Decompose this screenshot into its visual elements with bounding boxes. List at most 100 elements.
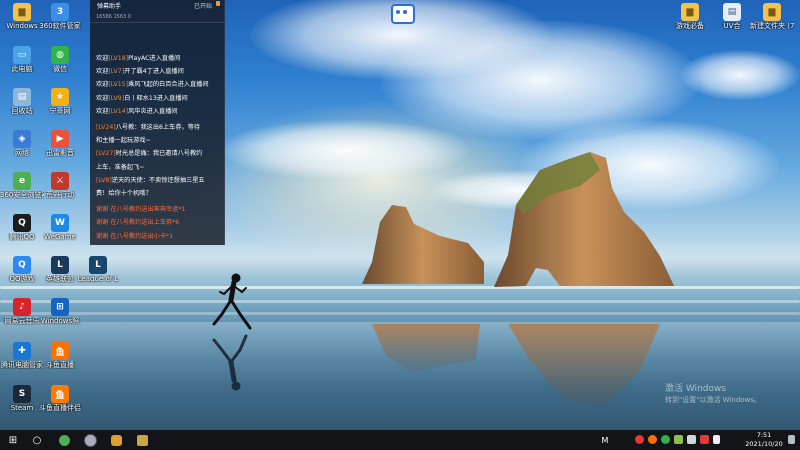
taskbar-app[interactable] bbox=[106, 430, 126, 450]
wechat-icon: ◍ bbox=[51, 46, 69, 64]
desktop-icon-label: 游戏必备 bbox=[676, 22, 704, 30]
taskbar-app[interactable] bbox=[54, 430, 74, 450]
desktop-icon-label: 微信 bbox=[53, 65, 67, 73]
league-icon: L bbox=[89, 256, 107, 274]
chat-message: 上车，准备起飞~ bbox=[96, 163, 145, 171]
douyu-tray-icon[interactable] bbox=[648, 435, 657, 444]
chat-header: 弹幕助手 已开始 16586 1563 0 bbox=[90, 0, 224, 23]
chat-status: 已开始 bbox=[193, 3, 212, 10]
app-tray-icon[interactable] bbox=[674, 435, 683, 444]
live-chat-panel[interactable]: 弹幕助手 已开始 16586 1563 0 欢迎[LV18]PlayAC进入直播… bbox=[90, 0, 225, 245]
left-sea-stack bbox=[362, 205, 484, 284]
windows-app-icon: ⊞ bbox=[51, 298, 69, 316]
steam-icon: S bbox=[13, 385, 31, 403]
taskbar-app[interactable] bbox=[80, 430, 100, 450]
desktop-icon-label: Windows照 bbox=[40, 317, 80, 325]
desktop-icon-label: UV合 bbox=[723, 22, 741, 30]
browser-icon: e bbox=[13, 172, 31, 190]
new-folder-icon: ▆ bbox=[763, 3, 781, 21]
start-button[interactable]: ⊞ bbox=[2, 430, 24, 450]
watermark-subtitle: 转到"设置"以激活 Windows。 bbox=[665, 396, 761, 404]
lol-icon: L bbox=[51, 256, 69, 274]
network-icon[interactable] bbox=[687, 435, 696, 444]
lock-icon bbox=[216, 1, 220, 6]
desktop-icon-label: League of L bbox=[77, 275, 119, 283]
desktop-icon[interactable]: ▶ 迅雷影音 bbox=[38, 130, 82, 157]
360-icon: 3 bbox=[51, 3, 69, 21]
clock-date: 2021/10/20 bbox=[745, 440, 783, 448]
runner-silhouette bbox=[212, 273, 252, 330]
chat-message: [LV24]八号教：我这出6上车券，等待 bbox=[96, 124, 201, 132]
chat-message: 和主播一起玩游戏~ bbox=[96, 137, 151, 145]
desktop-icon-label: 迅雷影音 bbox=[46, 149, 74, 157]
browser-icon bbox=[58, 434, 70, 446]
clock-time: 7:51 bbox=[756, 431, 772, 439]
chat-message: 欢迎[LV14]风华炎进入直播间 bbox=[96, 107, 178, 115]
desktop-icon[interactable]: L League of L bbox=[76, 256, 120, 283]
desktop-icon-label: 新建文件夹 (7) bbox=[750, 22, 794, 30]
chat-gift-message: 谢谢 在八号教约送出上车券*6 bbox=[96, 219, 180, 227]
app-icon: ★ bbox=[51, 88, 69, 106]
recycle-bin-icon: ▤ bbox=[13, 88, 31, 106]
desktop-icon[interactable]: 鱼斗鱼直播伴侣 bbox=[38, 385, 82, 412]
desktop-icon[interactable]: ⚔ 荒野行动 bbox=[38, 172, 82, 199]
chat-room-title: 弹幕助手 bbox=[97, 3, 122, 10]
desktop-icon-label: 荒野行动 bbox=[46, 191, 74, 199]
chat-gift-message: 谢谢 在八号教约送出奔奔幸运*1 bbox=[96, 206, 186, 214]
chat-message: [LV27]时光总是痛：我已邀请八号教约 bbox=[96, 150, 203, 158]
video-player-icon: ▶ bbox=[51, 130, 69, 148]
chat-stats: 16586 1563 0 bbox=[96, 14, 131, 20]
pc-manager-icon: ✚ bbox=[13, 342, 31, 360]
desktop-icon[interactable]: ▆ 新建文件夹 (7) bbox=[750, 3, 794, 30]
chat-gift-message: 谢谢 在八号教约送出小卡*1 bbox=[96, 232, 174, 240]
security-icon[interactable] bbox=[635, 435, 644, 444]
search-button[interactable]: ○ bbox=[26, 430, 48, 450]
desktop-icon[interactable]: W WeGame bbox=[38, 214, 82, 241]
chat-message: 费！给你十个机哦？ bbox=[96, 190, 152, 198]
qq-icon: Q bbox=[13, 214, 31, 232]
desktop-icon[interactable]: ▤ UV合 bbox=[710, 3, 754, 30]
chat-message: 欢迎[LV15]乘风飞起的白百合进入直播间 bbox=[96, 81, 209, 89]
douyu-icon: 鱼 bbox=[51, 342, 69, 360]
desktop-icon[interactable]: ⊞ Windows照 bbox=[38, 298, 82, 325]
document-icon: ▤ bbox=[723, 3, 741, 21]
folder-icon: ▆ bbox=[13, 3, 31, 21]
lol-icon bbox=[136, 434, 148, 446]
folder-games-icon: ▆ bbox=[681, 3, 699, 21]
chat-message: [LV8]逆天的天使：不卖惊还想抽三星五 bbox=[96, 176, 205, 184]
computer-icon: ▭ bbox=[13, 46, 31, 64]
taskbar: ⊞ ○ M 7:51 2021/10/20 bbox=[0, 430, 800, 450]
game-tray-icon[interactable] bbox=[700, 435, 709, 444]
music-icon: ♪ bbox=[13, 298, 31, 316]
game-icon: ⚔ bbox=[51, 172, 69, 190]
desktop-icon[interactable]: 3 360软件管家 bbox=[38, 3, 82, 30]
desktop-icon[interactable]: ◍ 微信 bbox=[38, 46, 82, 73]
taskbar-app[interactable] bbox=[132, 430, 152, 450]
wechat-tray-icon[interactable] bbox=[661, 435, 670, 444]
taskbar-clock[interactable]: 7:51 2021/10/20 bbox=[738, 431, 790, 449]
steam-icon bbox=[83, 433, 97, 447]
input-method-indicator[interactable]: M bbox=[598, 430, 612, 450]
volume-icon[interactable] bbox=[713, 435, 720, 444]
chat-message-list: 欢迎[LV18]PlayAC进入直播间 欢迎[LV7]开了霸4丁进入直播间 欢迎… bbox=[96, 52, 222, 243]
runner-reflection bbox=[212, 334, 248, 391]
douyu-companion-icon: 鱼 bbox=[51, 385, 69, 403]
chat-message: 欢迎[LV18]PlayAC进入直播间 bbox=[96, 55, 181, 62]
chat-message: 欢迎[LV7]开了霸4丁进入直播间 bbox=[96, 68, 184, 76]
desktop-icon[interactable]: 鱼斗鱼直播 bbox=[38, 342, 82, 369]
desktop: ▆ Windows 3 360软件管家 ▭ 此电脑 ◍ 微信 ▤ 回收站 ★ 宁哥网 ◈ 网络… bbox=[0, 0, 800, 430]
desktop-icon-label: 斗鱼直播伴侣 bbox=[39, 404, 81, 412]
bilibili-app-icon[interactable] bbox=[391, 4, 415, 24]
chat-message: 欢迎[LV9]白丨释水13进入直播间 bbox=[96, 94, 188, 102]
desktop-icon-label: 斗鱼直播 bbox=[46, 361, 74, 369]
desktop-icon-label: 360软件管家 bbox=[39, 22, 81, 30]
desktop-icon[interactable]: ★ 宁哥网 bbox=[38, 88, 82, 115]
app-icon bbox=[110, 434, 122, 446]
network-icon: ◈ bbox=[13, 130, 31, 148]
desktop-icon-label: WeGame bbox=[44, 233, 76, 241]
desktop-icon-label: 宁哥网 bbox=[49, 107, 71, 115]
wegame-icon: W bbox=[51, 214, 69, 232]
activate-windows-watermark: 激活 Windows 转到"设置"以激活 Windows。 bbox=[665, 384, 761, 406]
desktop-icon[interactable]: ▆ 游戏必备 bbox=[668, 3, 712, 30]
qq-game-icon: Q bbox=[13, 256, 31, 274]
